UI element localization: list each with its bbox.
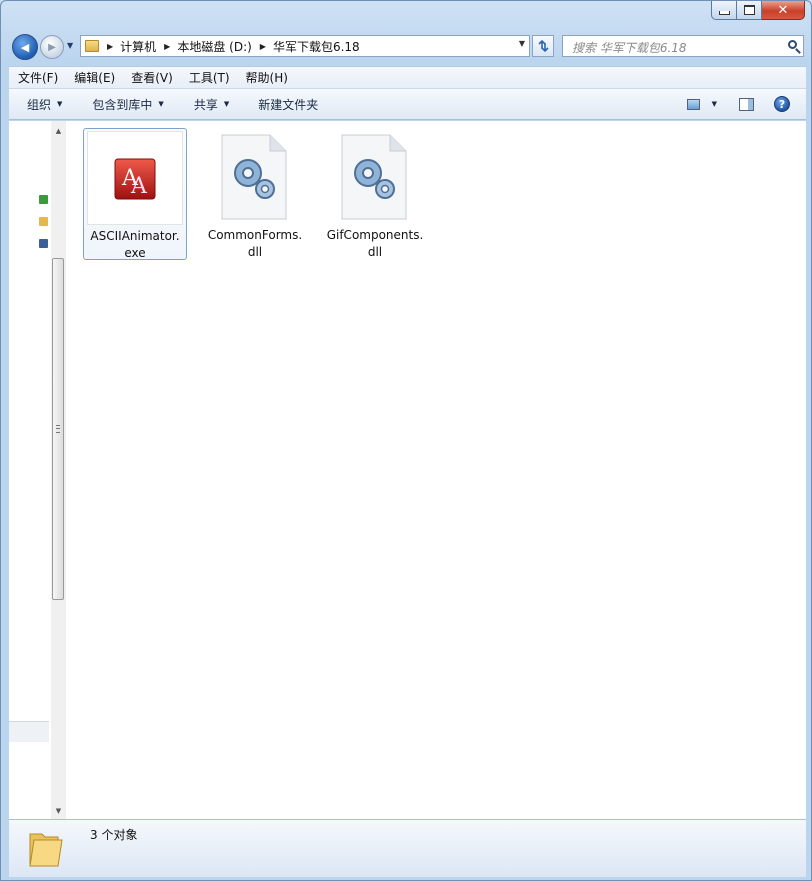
forward-button[interactable]: ▶	[40, 35, 64, 59]
chevron-down-icon: ▼	[711, 100, 717, 108]
breadcrumb-local-disk[interactable]: 本地磁盘 (D:)	[177, 38, 251, 55]
address-bar[interactable]: ▶ 计算机 ▶ 本地磁盘 (D:) ▶ 华军下载包6.18 ▼	[80, 35, 530, 57]
share-label: 共享	[193, 97, 218, 112]
dll-gears-icon	[221, 134, 287, 220]
file-name: CommonForms. dll	[203, 227, 307, 261]
menu-help[interactable]: 帮助(H)	[237, 69, 295, 86]
file-name-line1: CommonForms.	[207, 228, 303, 242]
close-button[interactable]: ✕	[762, 1, 805, 20]
organize-button[interactable]: 组织 ▼	[27, 96, 62, 113]
dll-gears-icon	[341, 134, 407, 220]
scroll-up-icon[interactable]: ▲	[51, 123, 66, 139]
scroll-thumb[interactable]	[52, 258, 64, 600]
minimize-icon	[718, 11, 730, 15]
include-in-library-button[interactable]: 包含到库中 ▼	[92, 96, 163, 113]
folder-icon	[29, 833, 63, 867]
menu-view[interactable]: 查看(V)	[122, 69, 180, 86]
toolbar-right-group: ▼ ?	[686, 89, 806, 119]
chevron-down-icon: ▼	[67, 41, 74, 50]
folder-icon[interactable]	[39, 217, 48, 226]
item-count: 3 个对象	[90, 828, 138, 842]
breadcrumb-current-folder[interactable]: 华军下载包6.18	[273, 38, 360, 55]
chevron-right-icon[interactable]: ▶	[164, 42, 170, 51]
file-item-gifcomponents[interactable]: GifComponents. dll	[323, 128, 427, 260]
chevron-down-icon: ▼	[57, 100, 63, 108]
grip-icon	[56, 425, 60, 433]
back-button[interactable]: ◀	[12, 34, 38, 60]
new-folder-button[interactable]: 新建文件夹	[258, 96, 318, 113]
file-list[interactable]: A A ASCIIAnimator. exe CommonForms. dll	[66, 121, 806, 819]
nav-pane-scrollbar[interactable]: ▲ ▼	[51, 121, 66, 819]
maximize-icon	[743, 5, 755, 15]
back-arrow-icon: ◀	[20, 40, 30, 54]
chevron-right-icon[interactable]: ▶	[260, 42, 266, 51]
menu-tools[interactable]: 工具(T)	[180, 69, 237, 86]
menu-edit[interactable]: 编辑(E)	[65, 69, 122, 86]
caption-buttons: ✕	[711, 1, 805, 21]
file-item-asciianimator[interactable]: A A ASCIIAnimator. exe	[83, 128, 187, 260]
close-icon: ✕	[777, 2, 789, 18]
refresh-button[interactable]	[532, 35, 554, 57]
details-pane: 3 个对象	[9, 819, 806, 877]
forward-arrow-icon: ▶	[48, 41, 56, 53]
ascii-animator-app-icon: A A	[114, 158, 156, 200]
minimize-button[interactable]	[711, 1, 737, 20]
command-bar: 组织 ▼ 包含到库中 ▼ 共享 ▼ 新建文件夹 ▼ ?	[9, 89, 806, 120]
file-item-commonforms[interactable]: CommonForms. dll	[203, 128, 307, 260]
chevron-down-icon[interactable]: ▼	[519, 39, 525, 48]
file-name-line2: dll	[247, 245, 263, 259]
folder-icon	[85, 40, 99, 52]
nav-pane-icons	[39, 195, 49, 261]
chevron-right-icon[interactable]: ▶	[107, 42, 113, 51]
preview-pane-icon[interactable]	[739, 97, 754, 111]
share-button[interactable]: 共享 ▼	[194, 96, 229, 113]
file-name: GifComponents. dll	[323, 227, 427, 261]
search-icon[interactable]	[788, 40, 797, 49]
breadcrumb-computer[interactable]: 计算机	[120, 38, 156, 55]
help-icon[interactable]: ?	[774, 96, 790, 112]
file-name-line2: dll	[367, 245, 383, 259]
network-icon[interactable]	[39, 195, 48, 204]
computer-icon[interactable]	[39, 239, 48, 248]
menu-file[interactable]: 文件(F)	[9, 69, 65, 86]
include-in-library-label: 包含到库中	[92, 97, 153, 112]
recent-pages-button[interactable]: ▼	[67, 41, 77, 51]
maximize-button[interactable]	[737, 1, 762, 20]
file-name: ASCIIAnimator. exe	[84, 228, 186, 262]
menu-bar: 文件(F) 编辑(E) 查看(V) 工具(T) 帮助(H)	[9, 66, 806, 89]
svg-text:A: A	[130, 174, 148, 199]
navigation-bar: ◀ ▶ ▼ ▶ 计算机 ▶ 本地磁盘 (D:) ▶ 华军下载包6.18 ▼ 搜索…	[1, 31, 811, 63]
explorer-window: ✕ ◀ ▶ ▼ ▶ 计算机 ▶ 本地磁盘 (D:) ▶ 华军下载包6.18 ▼	[0, 0, 812, 881]
organize-label: 组织	[27, 97, 52, 112]
search-box[interactable]: 搜索 华军下载包6.18	[562, 35, 804, 57]
pane-splitter[interactable]	[9, 721, 49, 742]
file-thumbnail: A A	[87, 131, 183, 225]
file-name-line1: ASCIIAnimator.	[90, 229, 180, 243]
new-folder-label: 新建文件夹	[258, 97, 319, 112]
scroll-down-icon[interactable]: ▼	[51, 803, 66, 819]
search-input[interactable]: 搜索 华军下载包6.18	[572, 39, 687, 56]
chevron-down-icon: ▼	[223, 100, 230, 108]
file-name-line1: GifComponents.	[326, 228, 424, 242]
navigation-pane: ▲ ▼	[9, 121, 66, 819]
file-name-line2: exe	[124, 246, 146, 260]
refresh-icon	[538, 39, 549, 53]
views-icon	[686, 98, 700, 110]
change-view-button[interactable]: ▼	[686, 98, 717, 110]
chevron-down-icon: ▼	[158, 100, 164, 108]
